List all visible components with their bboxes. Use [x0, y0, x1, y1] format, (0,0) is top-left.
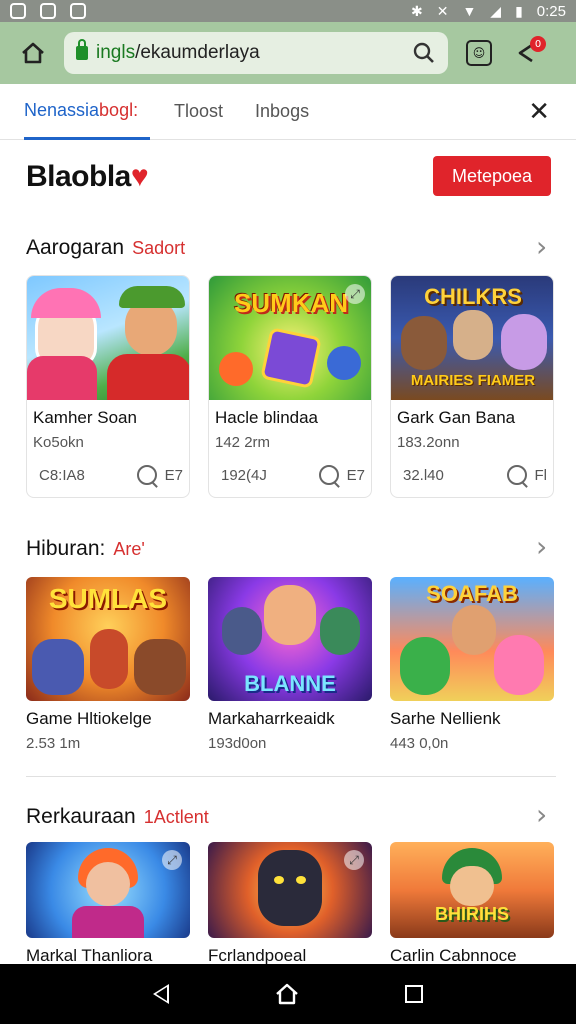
section-title: Aarogaran Sadort: [26, 236, 186, 259]
heart-icon: ♥: [130, 160, 149, 193]
wifi-icon: ▼: [462, 3, 477, 19]
close-icon[interactable]: ✕: [528, 97, 550, 127]
card-title: Fcrlandpoeal: [208, 946, 307, 965]
card-title: Sarhe Nellienk: [390, 709, 501, 728]
signal-icon: ◢: [490, 3, 502, 19]
section-title: Rerkauraan 1Actlent: [26, 805, 209, 828]
card-subtitle: Ko5okn: [33, 434, 84, 451]
url-text: ingls/ekaumderlaya: [96, 42, 260, 63]
tab-inbogs[interactable]: Inbogs: [255, 84, 309, 140]
game-card[interactable]: SUMKAN ⤢ Hacle blindaa 142 2rm 192(4J E7: [208, 275, 372, 498]
status-bar: ✱ ✕ ▼ ◢ ▮ 0:25: [0, 0, 576, 22]
card-title: Hacle blindaa: [215, 408, 319, 427]
game-thumbnail: SUMKAN ⤢: [209, 276, 371, 400]
cta-button[interactable]: Metepoea: [433, 156, 551, 196]
game-thumbnail: ⤢: [26, 842, 190, 938]
game-thumbnail: SUMLAS: [26, 577, 190, 701]
tabs-button[interactable]: ☺: [466, 40, 492, 66]
home-icon: [22, 42, 44, 64]
card-subtitle: 2.53 1m: [26, 735, 81, 752]
share-button[interactable]: 0: [512, 36, 546, 68]
category-tabs: Nenassia bogl: Tloost Inbogs ✕: [0, 84, 576, 140]
card-footer: 32.l40 Fl: [391, 451, 553, 497]
game-card[interactable]: BHIRIHS Carlin Cabnnoce: [390, 842, 554, 966]
card-stat: 32.l40: [403, 466, 444, 484]
bluetooth-icon: ✱: [410, 3, 423, 19]
tabs-icon: ☺: [472, 46, 486, 60]
card-row: Kamher Soan Ko5okn C8:IA8 E7 SUMKAN ⤢ Ha…: [26, 275, 554, 498]
card-footer: 192(4J E7: [209, 451, 371, 497]
battery-icon: ▮: [515, 3, 523, 19]
game-card[interactable]: BLANNE Markaharrkeaidk 193d0on: [208, 577, 372, 752]
card-title: Carlin Cabnnoce: [390, 946, 517, 965]
game-thumbnail: [27, 276, 189, 400]
search-icon[interactable]: [412, 41, 436, 65]
camera-icon: [40, 3, 56, 19]
game-card[interactable]: Kamher Soan Ko5okn C8:IA8 E7: [26, 275, 190, 498]
browser-toolbar: ingls/ekaumderlaya ☺ 0: [0, 22, 576, 84]
mute-icon: ✕: [436, 3, 449, 19]
card-stat: 192(4J: [221, 466, 267, 484]
card-title: Kamher Soan: [33, 408, 137, 427]
card-subtitle: 193d0on: [208, 735, 267, 752]
comment-icon[interactable]: [318, 465, 339, 485]
card-subtitle: 142 2rm: [215, 434, 271, 451]
address-bar[interactable]: ingls/ekaumderlaya: [64, 32, 448, 74]
card-title: Game Hltiokelge: [26, 709, 152, 728]
game-card[interactable]: ⤢ Fcrlandpoeal: [208, 842, 372, 966]
comment-count: E7: [346, 466, 365, 484]
game-card[interactable]: CHILKRS MAIRIES FIAMER Gark Gan Bana 183…: [390, 275, 554, 498]
game-card[interactable]: SOAFAB Sarhe Nellienk 443 0,0n: [390, 577, 554, 752]
card-row: SUMLAS Game Hltiokelge 2.53 1m BLANNE Ma…: [26, 577, 554, 752]
chevron-right-icon[interactable]: ›: [536, 798, 547, 831]
game-card[interactable]: ⤢ Markal Thanliora: [26, 842, 190, 966]
home-nav-icon[interactable]: [274, 981, 300, 1007]
game-thumbnail: BHIRIHS: [390, 842, 554, 938]
clock: 0:25: [536, 2, 566, 20]
game-card[interactable]: SUMLAS Game Hltiokelge 2.53 1m: [26, 577, 190, 752]
card-title: Markal Thanliora: [26, 946, 153, 965]
expand-icon[interactable]: ⤢: [162, 850, 182, 870]
brand-logo: Blaobla♥: [26, 160, 149, 193]
card-subtitle: 183.2onn: [397, 434, 460, 451]
game-thumbnail: BLANNE: [208, 577, 372, 701]
recent-apps-icon[interactable]: [405, 985, 424, 1003]
card-subtitle: 443 0,0n: [390, 735, 449, 752]
game-thumbnail: SOAFAB: [390, 577, 554, 701]
section-title: Hiburan: Are': [26, 537, 145, 560]
home-button[interactable]: [12, 32, 54, 74]
game-thumbnail: ⤢: [208, 842, 372, 938]
notification-icon: [70, 3, 86, 19]
system-nav-bar: [0, 964, 576, 1024]
comment-count: E7: [164, 466, 183, 484]
card-row: ⤢ Markal Thanliora ⤢ Fcrlandpoeal BHIRIH…: [26, 842, 554, 966]
tab-tloost[interactable]: Tloost: [174, 84, 223, 140]
card-footer: C8:IA8 E7: [27, 451, 189, 497]
notification-badge: 0: [530, 36, 546, 52]
card-title: Gark Gan Bana: [397, 408, 516, 427]
app-icon: [10, 3, 26, 19]
tab-nenassia[interactable]: Nenassia bogl:: [24, 84, 150, 140]
chevron-right-icon[interactable]: ›: [536, 530, 547, 563]
expand-icon[interactable]: ⤢: [344, 850, 364, 870]
comment-icon[interactable]: [136, 465, 157, 485]
comment-count: Fl: [534, 466, 548, 484]
back-icon[interactable]: [152, 984, 169, 1004]
game-thumbnail: CHILKRS MAIRIES FIAMER: [391, 276, 553, 400]
lock-icon: [76, 39, 88, 60]
comment-icon[interactable]: [506, 465, 527, 485]
section-divider: [26, 776, 556, 777]
card-title: Markaharrkeaidk: [208, 709, 335, 728]
expand-icon[interactable]: ⤢: [345, 284, 365, 304]
chevron-right-icon[interactable]: ›: [536, 230, 547, 263]
card-stat: C8:IA8: [39, 466, 85, 484]
